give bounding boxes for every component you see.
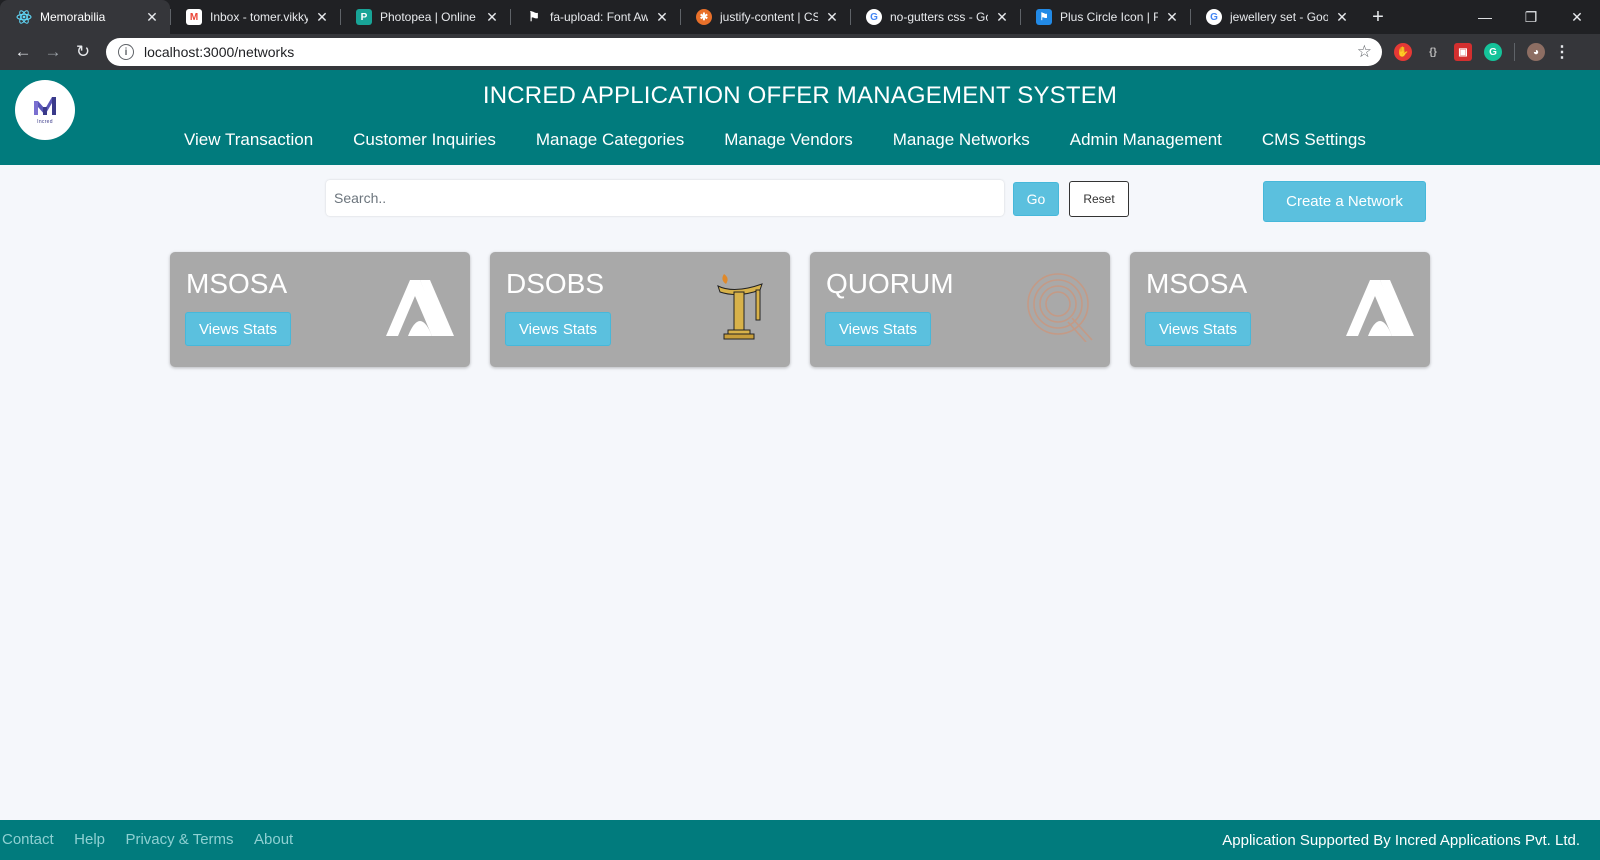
toolbar-divider	[1514, 43, 1515, 61]
network-name: QUORUM	[826, 268, 954, 299]
arch-logo-icon	[384, 270, 456, 342]
close-window-icon[interactable]: ✕	[1554, 0, 1600, 34]
browser-tab[interactable]: ✱ justify-content | CSS ✕	[680, 0, 850, 34]
nav-customer-inquiries[interactable]: Customer Inquiries	[333, 130, 516, 150]
profile-avatar[interactable]: ◕	[1527, 43, 1545, 61]
footer-links: Contact Help Privacy & Terms About	[2, 831, 309, 849]
view-stats-button[interactable]: Views Stats	[825, 312, 931, 346]
view-stats-button[interactable]: Views Stats	[1145, 312, 1251, 346]
go-button[interactable]: Go	[1013, 182, 1059, 216]
tab-title: jewellery set - Goog	[1230, 10, 1328, 24]
url-text: localhost:3000/networks	[144, 44, 295, 60]
page-title: INCRED APPLICATION OFFER MANAGEMENT SYST…	[482, 82, 1118, 109]
footer-link-help[interactable]: Help	[74, 831, 105, 848]
network-name: MSOSA	[186, 268, 288, 299]
lamp-pillar-icon	[704, 270, 776, 342]
reset-button[interactable]: Reset	[1069, 181, 1129, 217]
close-tab-icon[interactable]: ✕	[1164, 9, 1180, 26]
css-tricks-icon: ✱	[696, 9, 712, 25]
close-tab-icon[interactable]: ✕	[144, 9, 160, 26]
q-logo-icon	[1024, 270, 1096, 343]
browser-tab[interactable]: G jewellery set - Goog ✕	[1190, 0, 1360, 34]
footer-credit: Application Supported By Incred Applicat…	[1222, 831, 1580, 849]
reload-icon[interactable]: ↻	[68, 37, 98, 67]
google-icon: G	[866, 9, 882, 25]
back-arrow-icon[interactable]: ←	[8, 37, 38, 67]
forward-arrow-icon[interactable]: →	[38, 37, 68, 67]
photopea-icon: P	[356, 9, 372, 25]
tab-title: Inbox - tomer.vikky1	[210, 10, 308, 24]
grammarly-icon[interactable]: G	[1484, 43, 1502, 61]
tab-title: fa-upload: Font Awe	[550, 10, 648, 24]
address-bar[interactable]: i localhost:3000/networks ☆	[106, 38, 1382, 66]
close-tab-icon[interactable]: ✕	[994, 9, 1010, 26]
flag-icon: ⚑	[528, 9, 540, 24]
nav-manage-vendors[interactable]: Manage Vendors	[704, 130, 873, 150]
puzzle-extension-icon[interactable]: ▣	[1454, 43, 1472, 61]
code-extension-icon[interactable]: {}	[1424, 43, 1442, 61]
nav-manage-networks[interactable]: Manage Networks	[873, 130, 1050, 150]
footer: Contact Help Privacy & Terms About Appli…	[0, 820, 1600, 860]
browser-tab[interactable]: G no-gutters css - Goo ✕	[850, 0, 1020, 34]
view-stats-button[interactable]: Views Stats	[185, 312, 291, 346]
restore-icon[interactable]: ❐	[1508, 0, 1554, 34]
logo-text: Incred	[37, 119, 53, 125]
nav-admin-management[interactable]: Admin Management	[1050, 130, 1242, 150]
tab-title: Memorabilia	[40, 10, 106, 24]
view-stats-button[interactable]: Views Stats	[505, 312, 611, 346]
nav-cms-settings[interactable]: CMS Settings	[1242, 130, 1386, 150]
flag-icon: ⚑	[1036, 9, 1052, 25]
network-card: QUORUM Views Stats	[810, 252, 1110, 367]
tab-title: no-gutters css - Goo	[890, 10, 988, 24]
close-tab-icon[interactable]: ✕	[314, 9, 330, 26]
adblock-extension-icon[interactable]: ✋	[1394, 43, 1412, 61]
footer-link-privacy-terms[interactable]: Privacy & Terms	[125, 831, 233, 848]
gmail-icon: M	[186, 9, 202, 25]
browser-tab[interactable]: M Inbox - tomer.vikky1 ✕	[170, 0, 340, 34]
network-card: DSOBS Views Stats	[490, 252, 790, 367]
close-tab-icon[interactable]: ✕	[1334, 9, 1350, 26]
network-name: DSOBS	[506, 268, 605, 299]
close-tab-icon[interactable]: ✕	[484, 9, 500, 26]
browser-toolbar: ← → ↻ i localhost:3000/networks ☆ ✋ {} ▣…	[0, 34, 1600, 70]
google-icon: G	[1206, 9, 1222, 25]
browser-tab-bar: Memorabilia ✕ M Inbox - tomer.vikky1 ✕ P…	[0, 0, 1600, 34]
network-card: MSOSA Views Stats	[170, 252, 470, 367]
close-tab-icon[interactable]: ✕	[824, 9, 840, 26]
more-menu-icon[interactable]: ⋮	[1554, 43, 1570, 61]
search-input[interactable]	[326, 180, 1004, 216]
tab-title: justify-content | CSS	[720, 10, 818, 24]
app-header: Incred INCRED APPLICATION OFFER MANAGEME…	[0, 70, 1600, 165]
footer-link-contact[interactable]: Contact	[2, 831, 54, 848]
minimize-icon[interactable]: —	[1462, 0, 1508, 34]
tab-title: Photopea | Online P	[380, 10, 478, 24]
close-tab-icon[interactable]: ✕	[654, 9, 670, 26]
main-nav: View Transaction Customer Inquiries Mana…	[164, 130, 1386, 150]
bookmark-star-icon[interactable]: ☆	[1357, 42, 1372, 62]
network-card-list: MSOSA Views Stats DSOBS Views Stats QUOR…	[170, 252, 1430, 367]
arch-logo-icon	[1344, 270, 1416, 342]
info-icon[interactable]: i	[118, 44, 134, 60]
footer-link-about[interactable]: About	[254, 831, 293, 848]
browser-tab[interactable]: ⚑ Plus Circle Icon | For ✕	[1020, 0, 1190, 34]
network-name: MSOSA	[1146, 268, 1248, 299]
new-tab-button[interactable]: +	[1360, 0, 1396, 34]
window-controls: — ❐ ✕	[1462, 0, 1600, 34]
react-icon	[16, 9, 32, 25]
create-network-button[interactable]: Create a Network	[1263, 181, 1426, 222]
browser-tab[interactable]: ⚑ fa-upload: Font Awe ✕	[510, 0, 680, 34]
network-card: MSOSA Views Stats	[1130, 252, 1430, 367]
browser-tab[interactable]: Memorabilia ✕	[0, 0, 170, 34]
tab-title: Plus Circle Icon | For	[1060, 10, 1158, 24]
browser-tab[interactable]: P Photopea | Online P ✕	[340, 0, 510, 34]
nav-manage-categories[interactable]: Manage Categories	[516, 130, 704, 150]
extensions-bar: ✋ {} ▣ G ◕ ⋮	[1394, 43, 1570, 61]
nav-view-transaction[interactable]: View Transaction	[164, 130, 333, 150]
